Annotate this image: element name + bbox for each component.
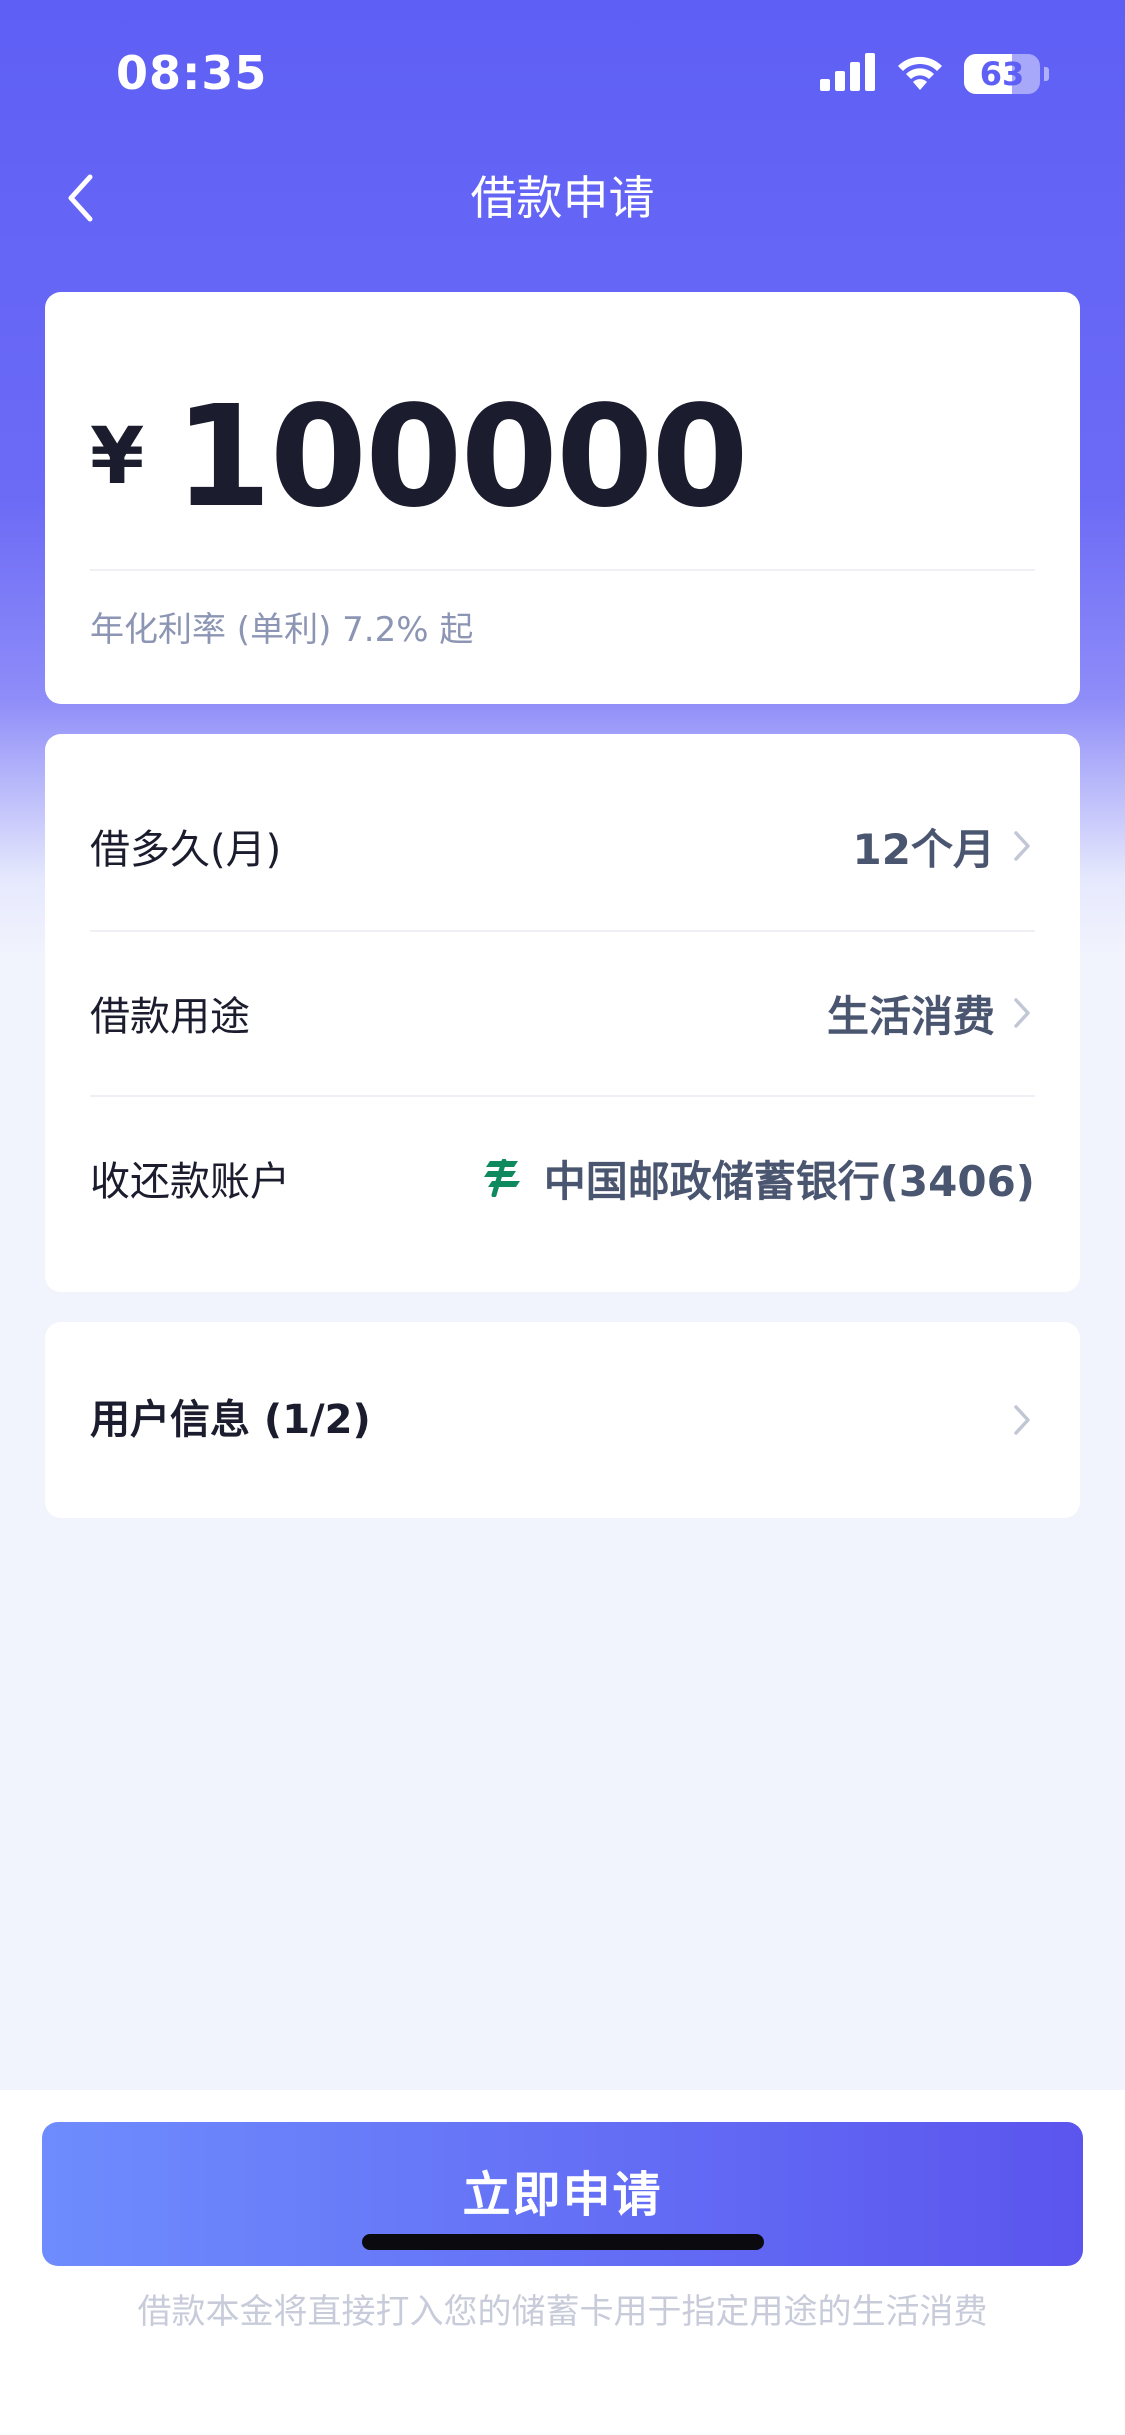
loan-application-screen: 08:35 63 借款申请 ¥ 100000 年化利率 (单利) 7.2% 起 … (0, 0, 1125, 2435)
term-label: 借多久(月) (90, 827, 282, 873)
page-title: 借款申请 (470, 171, 655, 225)
battery-icon: 63 (964, 54, 1040, 94)
account-value-wrap: 中国邮政储蓄银行(3406) (480, 1148, 1035, 1209)
loan-details-card: 借多久(月) 12个月 借款用途 生活消费 收还款账户 中国邮政储蓄银行(340… (45, 734, 1080, 1292)
cellular-signal-icon (820, 53, 876, 95)
user-info-card[interactable]: 用户信息 (1/2) (45, 1322, 1080, 1518)
disclaimer-text: 借款本金将直接打入您的储蓄卡用于指定用途的生活消费 (137, 2292, 988, 2332)
amount-row[interactable]: ¥ 100000 (90, 376, 749, 539)
home-indicator[interactable] (362, 2234, 764, 2250)
battery-cap (1044, 67, 1049, 81)
status-icons: 63 (820, 50, 1049, 98)
account-label: 收还款账户 (90, 1159, 290, 1205)
term-value-wrap: 12个月 (853, 816, 1035, 877)
loan-amount-input[interactable]: 100000 (174, 376, 748, 539)
currency-symbol: ¥ (90, 412, 145, 502)
term-row[interactable]: 借多久(月) 12个月 (90, 764, 1035, 928)
interest-rate-text: 年化利率 (单利) 7.2% 起 (90, 610, 474, 650)
user-info-label: 用户信息 (1/2) (90, 1397, 371, 1443)
bottom-action-bar: 立即申请 借款本金将直接打入您的储蓄卡用于指定用途的生活消费 (0, 2090, 1125, 2435)
status-time: 08:35 (116, 46, 268, 100)
purpose-value-wrap: 生活消费 (827, 983, 1035, 1044)
postal-bank-icon (480, 1156, 524, 1200)
wifi-icon (894, 52, 946, 96)
battery-level: 63 (979, 55, 1025, 93)
chevron-right-icon (1009, 1400, 1035, 1440)
account-value: 中国邮政储蓄银行(3406) (543, 1156, 1035, 1206)
account-row[interactable]: 收还款账户 中国邮政储蓄银行(3406) (90, 1096, 1035, 1260)
amount-card: ¥ 100000 年化利率 (单利) 7.2% 起 (45, 292, 1080, 704)
status-bar: 08:35 63 (0, 0, 1125, 140)
purpose-label: 借款用途 (90, 994, 250, 1040)
term-value: 12个月 (852, 824, 995, 874)
chevron-right-icon (1009, 993, 1035, 1033)
chevron-right-icon (1009, 826, 1035, 866)
divider (90, 569, 1035, 571)
purpose-row[interactable]: 借款用途 生活消费 (90, 931, 1035, 1095)
purpose-value: 生活消费 (826, 991, 995, 1041)
